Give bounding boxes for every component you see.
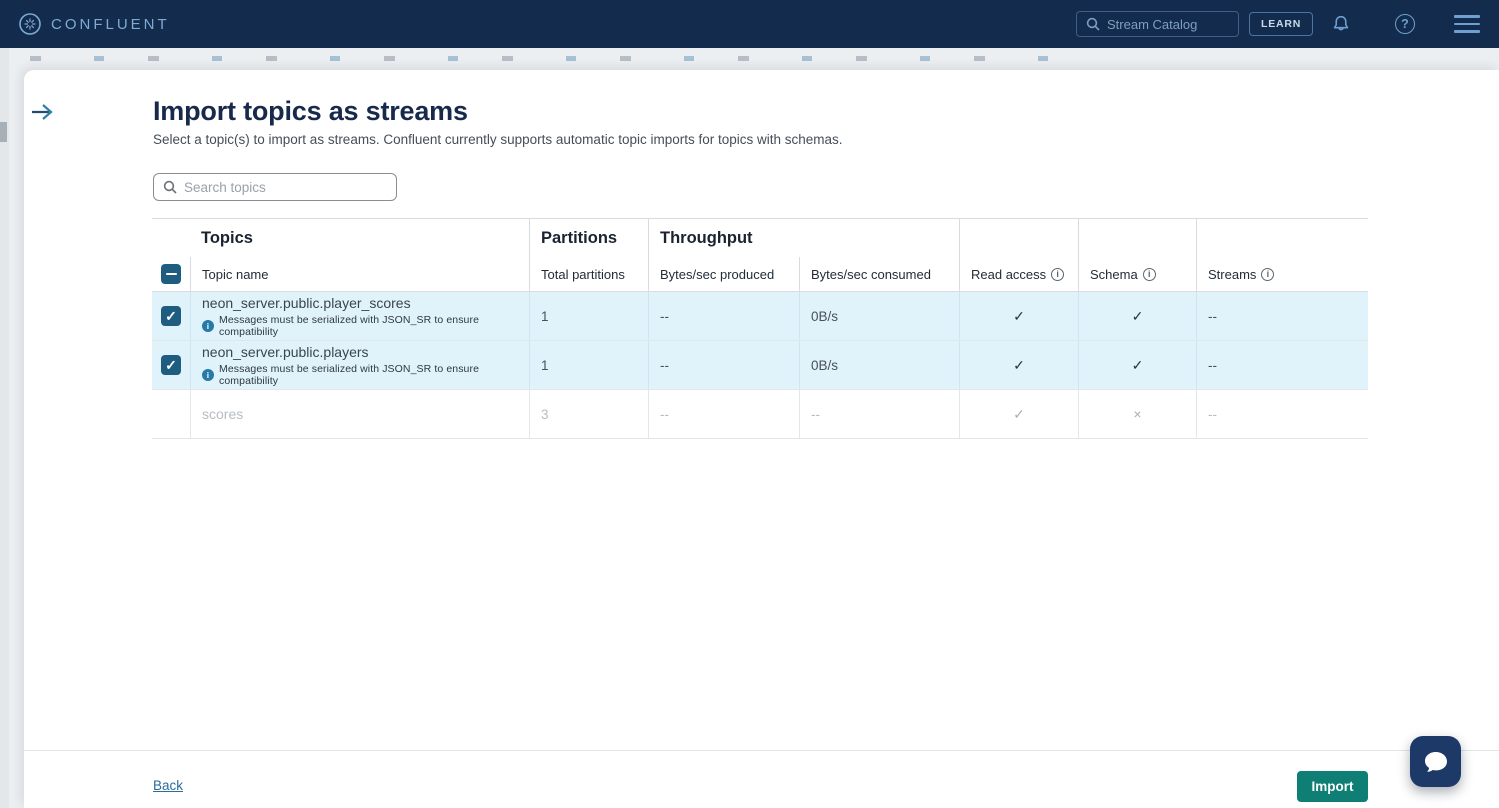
schema-cell: ✓ bbox=[1078, 292, 1196, 340]
row-checkbox[interactable]: ✓ bbox=[161, 355, 181, 375]
back-link[interactable]: Back bbox=[153, 778, 183, 793]
search-icon bbox=[1086, 17, 1100, 31]
bytes-consumed-cell: 0B/s bbox=[799, 341, 959, 389]
collapsed-side-strip bbox=[0, 48, 9, 808]
top-navbar: CONFLUENT LEARN ? bbox=[0, 0, 1499, 48]
schema-cell: ✓ bbox=[1078, 341, 1196, 389]
col-total-partitions: Total partitions bbox=[541, 267, 625, 282]
learn-button[interactable]: LEARN bbox=[1249, 12, 1313, 36]
table-header: Topics Partitions Throughput Topic name … bbox=[152, 218, 1368, 292]
col-bytes-produced: Bytes/sec produced bbox=[660, 267, 774, 282]
bytes-produced-cell: -- bbox=[648, 341, 799, 389]
search-topics-input[interactable] bbox=[184, 180, 387, 195]
brand-wordmark: CONFLUENT bbox=[51, 16, 170, 33]
cross-icon: × bbox=[1133, 406, 1141, 422]
check-icon: ✓ bbox=[1013, 308, 1025, 325]
info-icon: i bbox=[202, 369, 214, 381]
topic-name: scores bbox=[202, 406, 243, 422]
col-streams: Streams bbox=[1208, 267, 1256, 282]
chat-launcher-button[interactable] bbox=[1410, 736, 1461, 787]
stream-catalog-input[interactable] bbox=[1107, 17, 1229, 32]
import-button[interactable]: Import bbox=[1297, 771, 1368, 802]
col-bytes-consumed: Bytes/sec consumed bbox=[811, 267, 931, 282]
row-checkbox-cell: ✓ bbox=[152, 292, 190, 340]
partitions-cell: 3 bbox=[529, 390, 648, 438]
partitions-cell: 1 bbox=[529, 292, 648, 340]
topic-name: neon_server.public.player_scores bbox=[202, 295, 411, 311]
row-checkbox[interactable]: ✓ bbox=[161, 306, 181, 326]
info-icon: i bbox=[202, 320, 214, 332]
check-icon: ✓ bbox=[1132, 308, 1144, 325]
col-group-topics: Topics bbox=[201, 229, 253, 248]
help-icon[interactable]: ? bbox=[1393, 12, 1417, 36]
topic-cell: neon_server.public.player_scores iMessage… bbox=[190, 292, 529, 340]
search-topics-box[interactable] bbox=[153, 173, 397, 201]
search-icon bbox=[163, 180, 177, 194]
check-icon: ✓ bbox=[1013, 406, 1025, 423]
footer-divider bbox=[24, 750, 1499, 751]
streams-cell: -- bbox=[1196, 292, 1368, 340]
topic-cell: scores bbox=[190, 390, 529, 438]
stream-catalog-search[interactable] bbox=[1076, 11, 1239, 37]
topic-name: neon_server.public.players bbox=[202, 344, 369, 360]
confluent-brand[interactable]: CONFLUENT bbox=[18, 12, 170, 36]
menu-hamburger-icon[interactable] bbox=[1455, 12, 1479, 36]
table-body: ✓ neon_server.public.player_scores iMessag… bbox=[152, 292, 1368, 439]
check-icon: ✓ bbox=[1013, 357, 1025, 374]
topics-table: Topics Partitions Throughput Topic name … bbox=[152, 218, 1368, 439]
col-group-partitions: Partitions bbox=[541, 229, 617, 248]
question-mark-icon: ? bbox=[1395, 14, 1415, 34]
info-icon[interactable]: i bbox=[1261, 268, 1274, 281]
streams-cell: -- bbox=[1196, 341, 1368, 389]
read-access-cell: ✓ bbox=[959, 341, 1078, 389]
topic-note: iMessages must be serialized with JSON_S… bbox=[202, 314, 529, 338]
col-read-access: Read access bbox=[971, 267, 1046, 282]
read-access-cell: ✓ bbox=[959, 292, 1078, 340]
speech-bubble-icon bbox=[1422, 749, 1450, 775]
row-checkbox-cell: ✓ bbox=[152, 341, 190, 389]
notifications-bell-icon[interactable] bbox=[1329, 12, 1353, 36]
breadcrumb-clipped bbox=[30, 56, 1080, 61]
screen: CONFLUENT LEARN ? bbox=[0, 0, 1499, 808]
row-checkbox-cell bbox=[152, 390, 190, 438]
schema-cell: × bbox=[1078, 390, 1196, 438]
bytes-produced-cell: -- bbox=[648, 390, 799, 438]
page-subtitle: Select a topic(s) to import as streams. … bbox=[153, 132, 843, 147]
page-title: Import topics as streams bbox=[153, 96, 468, 127]
col-schema: Schema bbox=[1090, 267, 1138, 282]
topic-note: iMessages must be serialized with JSON_S… bbox=[202, 363, 529, 387]
table-row: scores3----✓×-- bbox=[152, 390, 1368, 439]
bytes-consumed-cell: 0B/s bbox=[799, 292, 959, 340]
import-topics-panel: Import topics as streams Select a topic(… bbox=[24, 70, 1499, 808]
clipped-side-element bbox=[0, 122, 7, 142]
streams-cell: -- bbox=[1196, 390, 1368, 438]
select-all-checkbox[interactable] bbox=[161, 264, 181, 284]
check-icon: ✓ bbox=[1132, 357, 1144, 374]
topic-cell: neon_server.public.players iMessages must… bbox=[190, 341, 529, 389]
info-icon[interactable]: i bbox=[1143, 268, 1156, 281]
table-row: ✓ neon_server.public.players iMessages mus… bbox=[152, 341, 1368, 390]
col-topic-name: Topic name bbox=[202, 267, 268, 282]
confluent-logo-icon bbox=[18, 12, 42, 36]
col-group-throughput: Throughput bbox=[660, 229, 753, 248]
collapse-panel-arrow-icon[interactable] bbox=[30, 102, 58, 122]
table-row: ✓ neon_server.public.player_scores iMessag… bbox=[152, 292, 1368, 341]
bytes-consumed-cell: -- bbox=[799, 390, 959, 438]
info-icon[interactable]: i bbox=[1051, 268, 1064, 281]
partitions-cell: 1 bbox=[529, 341, 648, 389]
read-access-cell: ✓ bbox=[959, 390, 1078, 438]
bytes-produced-cell: -- bbox=[648, 292, 799, 340]
